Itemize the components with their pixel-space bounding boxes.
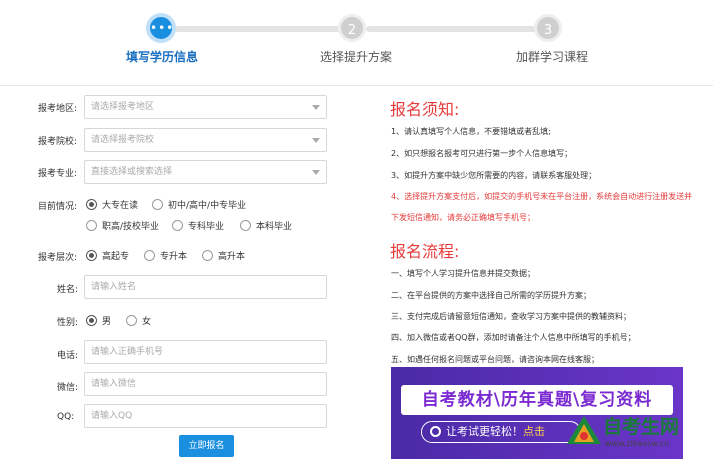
wechat-input[interactable]: 请输入微信 [84, 372, 327, 396]
gender-option-female[interactable]: 女 [126, 314, 151, 327]
level-label: 报考层次: [38, 253, 78, 263]
radio-icon [240, 220, 251, 231]
level-option-label: 专升本 [160, 252, 188, 262]
process-item: 一、填写个人学习提升信息并提交数据； [391, 269, 535, 278]
qq-placeholder: 请输入QQ [91, 411, 133, 421]
status-option-label: 专科毕业 [188, 222, 225, 232]
notice-item: 3、如提升方案中缺少您所需要的内容，请联系客服处理； [391, 171, 597, 180]
status-option-2[interactable]: 初中/高中/中专毕业 [152, 198, 246, 211]
process-item: 五、如遇任何报名问题或平台问题，请咨询本网在线客服； [391, 355, 599, 364]
level-option-label: 高起专 [102, 252, 130, 262]
radio-icon [86, 220, 97, 231]
radio-icon [202, 250, 213, 261]
watermark-brand: 自考生网 [603, 416, 680, 438]
status-option-5[interactable]: 本科毕业 [240, 219, 292, 232]
name-placeholder: 请输入姓名 [91, 282, 137, 292]
step-2-label: 选择提升方案 [320, 50, 393, 64]
qq-label: QQ: [57, 412, 75, 422]
status-option-label: 大专在读 [102, 201, 139, 211]
chevron-down-icon [312, 170, 320, 175]
wechat-placeholder: 请输入微信 [91, 379, 137, 389]
level-option-label: 高升本 [218, 252, 246, 262]
process-item: 四、加入微信或者QQ群，添加时请备注个人信息中所填写的手机号； [391, 333, 636, 342]
school-select[interactable]: 请选择报考院校 [84, 128, 327, 152]
chevron-down-icon [312, 105, 320, 110]
phone-placeholder: 请输入正确手机号 [91, 347, 164, 357]
school-label: 报考院校: [38, 137, 78, 147]
major-label: 报考专业: [38, 169, 78, 179]
notice-item-warning: 下发短信通知，请务必正确填写手机号； [391, 213, 535, 222]
name-label: 姓名: [57, 285, 79, 295]
process-item: 三、支付完成后请留意短信通知，查收学习方案中提供的教辅资料； [391, 312, 631, 321]
status-label: 目前情况: [38, 202, 78, 212]
wechat-label: 微信: [57, 383, 79, 393]
region-label: 报考地区: [38, 104, 78, 114]
step-line-2 [366, 26, 536, 32]
radio-selected-icon [86, 250, 97, 261]
notice-item: 1、请认真填写个人信息，不要错填或者乱填; [391, 127, 551, 136]
school-placeholder: 请选择报考院校 [91, 135, 155, 145]
status-option-3[interactable]: 职高/技校毕业 [86, 219, 159, 232]
name-input[interactable]: 请输入姓名 [84, 275, 327, 299]
status-option-label: 初中/高中/中专毕业 [168, 201, 247, 211]
gender-label: 性别: [57, 318, 79, 328]
banner-cta-highlight: 点击 [523, 425, 545, 438]
process-title: 报名流程: [390, 242, 460, 261]
watermark-url: www.zikaosw.cn [605, 439, 670, 448]
process-item: 二、在平台提供的方案中选择自己所需的学历提升方案； [391, 291, 591, 300]
site-watermark: 自考生网 www.zikaosw.cn [563, 410, 713, 460]
status-option-label: 本科毕业 [256, 222, 293, 232]
gender-option-label: 女 [142, 317, 152, 327]
step-3-icon: 3 [534, 14, 562, 42]
radio-selected-icon [86, 315, 97, 326]
status-option-label: 职高/技校毕业 [102, 222, 160, 232]
notice-title: 报名须知: [390, 100, 460, 119]
region-placeholder: 请选择报考地区 [91, 102, 155, 112]
phone-input[interactable]: 请输入正确手机号 [84, 340, 327, 364]
chevron-down-icon [312, 138, 320, 143]
logo-icon [567, 416, 601, 444]
step-line-1 [174, 26, 350, 32]
step-1-icon: ••• [146, 13, 176, 43]
status-option-1[interactable]: 大专在读 [86, 198, 138, 211]
radio-icon [152, 199, 163, 210]
step-progress-bar: ••• 2 3 填写学历信息 选择提升方案 加群学习课程 [0, 0, 713, 86]
region-select[interactable]: 请选择报考地区 [84, 95, 327, 119]
gender-option-label: 男 [102, 317, 112, 327]
level-option-3[interactable]: 高升本 [202, 249, 245, 262]
banner-cta[interactable]: 让考试更轻松！点击 [421, 421, 581, 443]
gender-option-male[interactable]: 男 [86, 314, 111, 327]
level-option-2[interactable]: 专升本 [144, 249, 187, 262]
banner-cta-text: 让考试更轻松！ [446, 425, 523, 438]
notice-item: 2、如只想报名报考可只进行第一步个人信息填写； [391, 149, 573, 158]
major-placeholder: 直接选择或搜索选择 [91, 167, 173, 177]
submit-button[interactable]: 立即报名 [179, 435, 234, 457]
level-option-1[interactable]: 高起专 [86, 249, 129, 262]
step-1-label: 填写学历信息 [126, 50, 199, 64]
radio-selected-icon [86, 199, 97, 210]
radio-icon [172, 220, 183, 231]
circle-icon [430, 426, 441, 437]
major-select[interactable]: 直接选择或搜索选择 [84, 160, 327, 184]
step-3-label: 加群学习课程 [516, 50, 589, 64]
radio-icon [126, 315, 137, 326]
step-2-icon: 2 [338, 14, 366, 42]
radio-icon [144, 250, 155, 261]
qq-input[interactable]: 请输入QQ [84, 404, 327, 428]
notice-item-warning: 4、选择提升方案支付后，如提交的手机号未在平台注册，系统会自动进行注册发送并 [391, 192, 693, 201]
status-option-4[interactable]: 专科毕业 [172, 219, 224, 232]
phone-label: 电话: [57, 351, 79, 361]
